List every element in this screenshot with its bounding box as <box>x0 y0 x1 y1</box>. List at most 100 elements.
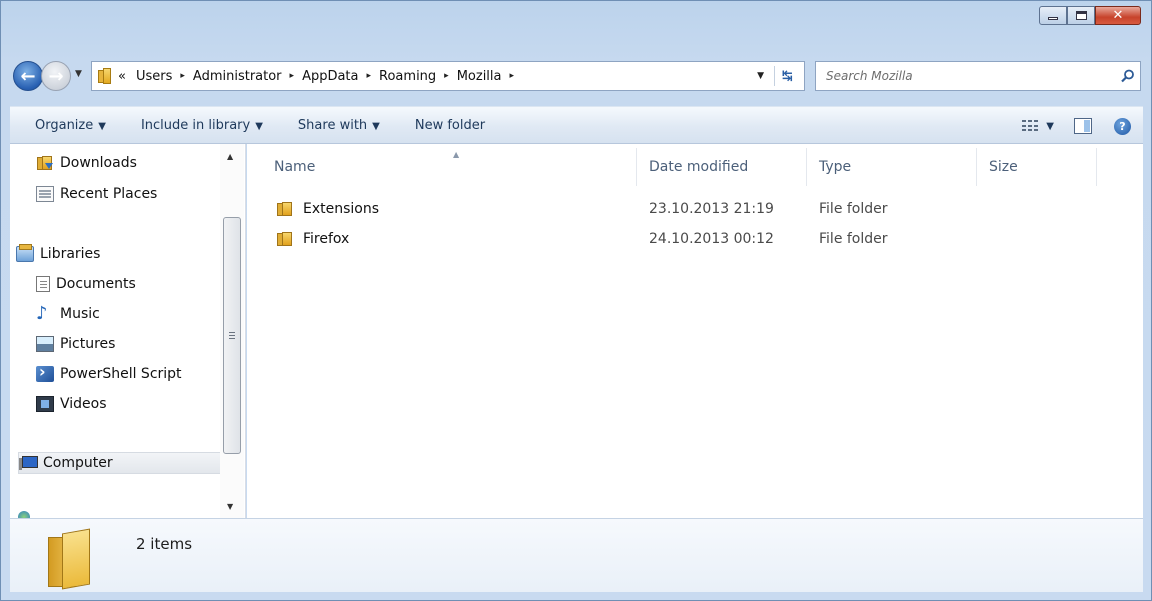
maximize-button[interactable] <box>1067 6 1095 25</box>
help-icon: ? <box>1119 119 1126 133</box>
include-in-library-label: Include in library <box>140 117 251 133</box>
column-header-type[interactable]: Type <box>807 148 977 186</box>
column-header-label: Size <box>989 159 1018 175</box>
computer-icon <box>19 455 38 471</box>
nav-item-label: Videos <box>60 396 107 412</box>
minimize-button[interactable] <box>1039 6 1067 25</box>
file-name: Extensions <box>303 201 380 217</box>
include-in-library-menu[interactable]: Include in library ▼ <box>141 118 263 133</box>
navigation-pane: Downloads Recent Places Libraries Docume… <box>10 144 246 518</box>
breadcrumb-separator-icon[interactable]: ▸ <box>367 71 372 81</box>
grip-icon <box>229 332 235 333</box>
details-pane: 2 items <box>10 518 1143 592</box>
breadcrumb-mozilla[interactable]: Mozilla <box>457 69 502 84</box>
command-bar: Organize ▼ Include in library ▼ Share with… <box>10 106 1143 144</box>
file-list: Name ▲ Date modified Type Size Extension… <box>247 144 1143 518</box>
file-row[interactable]: Firefox 24.10.2013 00:12 File folder <box>247 224 1143 254</box>
nav-item-computer[interactable]: Computer <box>18 452 224 474</box>
documents-icon <box>36 276 50 292</box>
breadcrumb-separator-icon[interactable]: ▸ <box>510 71 515 81</box>
nav-item-label: Downloads <box>60 155 137 171</box>
maximize-icon <box>1075 11 1087 20</box>
file-row[interactable]: Extensions 23.10.2013 21:19 File folder <box>247 194 1143 224</box>
recent-places-icon <box>36 186 54 202</box>
nav-item-label: Pictures <box>60 336 116 352</box>
powershell-icon <box>36 362 54 382</box>
search-icon[interactable] <box>1116 69 1140 83</box>
share-with-menu[interactable]: Share with ▼ <box>298 118 380 133</box>
column-header-label: Name <box>274 159 316 175</box>
back-button[interactable]: ← <box>13 61 43 91</box>
nav-item-music[interactable]: Music <box>36 303 100 325</box>
dropdown-arrow-icon: ▼ <box>255 120 263 132</box>
organize-menu[interactable]: Organize ▼ <box>35 118 106 133</box>
forward-arrow-icon: → <box>48 65 64 87</box>
address-bar[interactable]: « Users ▸ Administrator ▸ AppData ▸ Roam… <box>91 61 805 91</box>
nav-item-recent-places[interactable]: Recent Places <box>36 183 157 205</box>
help-button[interactable]: ? <box>1114 117 1131 135</box>
breadcrumb-administrator[interactable]: Administrator <box>193 69 282 84</box>
libraries-icon <box>16 244 34 262</box>
folder-large-icon <box>48 528 92 590</box>
nav-item-libraries[interactable]: Libraries <box>16 243 100 265</box>
minimize-icon <box>1048 17 1058 20</box>
breadcrumb-separator-icon[interactable]: ▸ <box>444 71 449 81</box>
file-date-modified: 23.10.2013 21:19 <box>649 201 774 217</box>
breadcrumb-separator-icon[interactable]: ▸ <box>290 71 295 81</box>
breadcrumb: « Users ▸ Administrator ▸ AppData ▸ Roam… <box>118 69 522 84</box>
music-icon <box>36 303 54 324</box>
view-dropdown-icon: ▼ <box>1046 120 1054 132</box>
close-button[interactable]: ✕ <box>1095 6 1141 25</box>
refresh-button[interactable]: ↹ <box>774 66 800 86</box>
file-name: Firefox <box>303 231 350 247</box>
column-header-name[interactable]: Name ▲ <box>247 148 637 186</box>
search-box <box>815 61 1141 91</box>
column-header-date-modified[interactable]: Date modified <box>637 148 807 186</box>
breadcrumb-overflow[interactable]: « <box>118 69 126 84</box>
search-input[interactable] <box>826 69 1116 83</box>
videos-icon <box>36 396 54 412</box>
address-dropdown-button[interactable]: ▼ <box>757 71 764 81</box>
organize-label: Organize <box>35 117 94 133</box>
navigation-scrollbar[interactable]: ▲ ▼ <box>220 144 244 518</box>
nav-item-documents[interactable]: Documents <box>36 273 136 295</box>
breadcrumb-users[interactable]: Users <box>136 69 172 84</box>
item-count: 2 items <box>136 535 193 553</box>
folder-icon <box>276 231 293 247</box>
scrollbar-thumb[interactable] <box>223 217 241 454</box>
preview-pane-button[interactable] <box>1074 118 1092 134</box>
nav-item-label: Computer <box>43 455 113 471</box>
explorer-window: ✕ ← → ▼ « Users ▸ Administrator ▸ AppDat… <box>0 0 1152 601</box>
nav-item-label: PowerShell Script <box>60 366 182 382</box>
refresh-icon: ↹ <box>782 68 793 84</box>
file-type: File folder <box>819 231 888 247</box>
column-header-label: Date modified <box>649 159 749 175</box>
new-folder-button[interactable]: New folder <box>415 118 485 133</box>
nav-item-label: Documents <box>56 276 136 292</box>
nav-item-videos[interactable]: Videos <box>36 393 107 415</box>
pictures-icon <box>36 336 54 352</box>
navigation-row: ← → ▼ « Users ▸ Administrator ▸ AppData … <box>13 57 1141 93</box>
network-icon <box>16 509 34 518</box>
nav-item-network-partial[interactable] <box>16 506 40 518</box>
change-view-button[interactable]: ▼ <box>1022 120 1054 132</box>
view-controls: ▼ ? <box>1022 107 1143 145</box>
scroll-up-icon[interactable]: ▲ <box>227 152 233 161</box>
breadcrumb-appdata[interactable]: AppData <box>302 69 358 84</box>
nav-item-downloads[interactable]: Downloads <box>36 152 137 174</box>
scroll-down-icon[interactable]: ▼ <box>227 502 233 511</box>
nav-item-pictures[interactable]: Pictures <box>36 333 115 355</box>
recent-pages-dropdown[interactable]: ▼ <box>75 69 82 79</box>
file-date-modified: 24.10.2013 00:12 <box>649 231 774 247</box>
folder-icon <box>276 201 293 217</box>
breadcrumb-separator-icon[interactable]: ▸ <box>180 71 185 81</box>
forward-button[interactable]: → <box>41 61 71 91</box>
dropdown-arrow-icon: ▼ <box>372 120 380 132</box>
downloads-folder-icon <box>36 155 54 171</box>
nav-item-powershell[interactable]: PowerShell Script <box>36 362 182 385</box>
caption-buttons: ✕ <box>1039 6 1141 25</box>
dropdown-arrow-icon: ▼ <box>98 120 106 132</box>
breadcrumb-roaming[interactable]: Roaming <box>379 69 436 84</box>
column-header-size[interactable]: Size <box>977 148 1097 186</box>
folder-icon <box>98 68 112 84</box>
